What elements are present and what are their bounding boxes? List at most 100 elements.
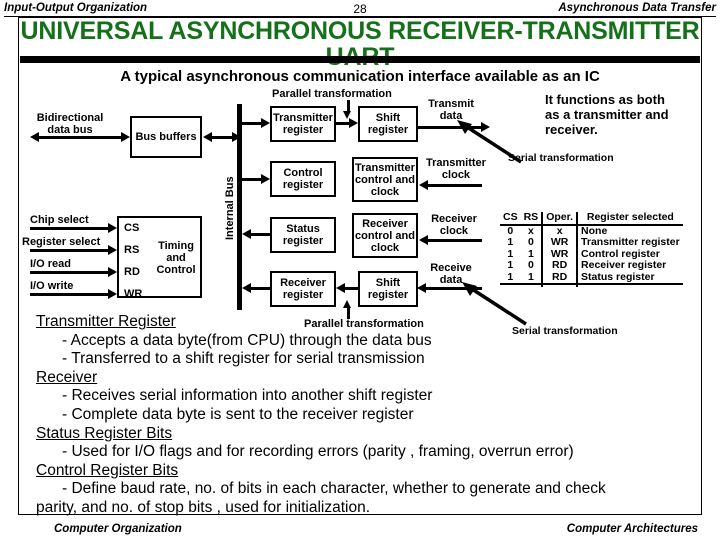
slide-page: Input-Output Organization 28 Asynchronou… — [0, 0, 720, 540]
box-label-wr: WR — [124, 288, 143, 300]
line-transmitter-to-shift — [336, 122, 350, 125]
cell-cs: 1 — [507, 270, 514, 283]
box-timing-and-control-label: Timing and Control — [156, 240, 196, 276]
box-receiver-register: Receiver register — [270, 271, 336, 307]
line-shift-to-receiver-register — [344, 287, 358, 290]
box-transmitter-register: Transmitter register — [270, 106, 336, 142]
label-transmit-data: Transmit data — [428, 98, 474, 122]
arrow-receiver-register-to-bus — [242, 283, 251, 293]
busbuffer-to-bus-line — [212, 136, 232, 139]
line-receiver-clock — [428, 239, 482, 242]
register-selection-table: CS RS Oper. Register selected 0 x x None… — [500, 211, 683, 287]
box-label-rd: RD — [124, 266, 140, 278]
cell-oper: RD — [541, 271, 578, 284]
callout-line-3: receiver. — [545, 122, 598, 137]
footer-left-text: Computer Organization — [54, 523, 182, 535]
arrow-to-transmitter-register — [261, 118, 270, 128]
cell-rs: 1 — [527, 270, 534, 283]
box-transmitter-control-and-clock: Transmitter control and clock — [352, 157, 418, 202]
label-io-read: I/O read — [30, 258, 71, 270]
cell-cs: 1 — [507, 236, 514, 248]
label-register-select: Register select — [22, 236, 101, 248]
cell-oper: WR — [541, 236, 578, 249]
box-status-register-label: Status register — [282, 223, 324, 247]
line-io-read — [30, 271, 109, 274]
box-transmitter-control-and-clock-label: Transmitter control and clock — [355, 161, 415, 198]
arrow-to-control-register — [261, 174, 270, 184]
internal-bus-bar — [237, 104, 242, 310]
slide-title-line1: UNIVERSAL ASYNCHRONOUS RECEIVER-TRANSMIT… — [20, 17, 700, 45]
body-bullet-6: - Define baud rate, no. of bits in each … — [62, 480, 606, 498]
arrow-io-read — [108, 267, 117, 277]
line-transmitter-clock — [428, 184, 482, 187]
box-receiver-control-and-clock-label: Receiver control and clock — [355, 217, 415, 254]
callout-line-2: as a transmitter and — [545, 107, 669, 122]
arrow-status-register-to-bus — [242, 229, 251, 239]
label-receiver-clock: Receiver clock — [431, 213, 477, 237]
body-text: Transmitter Register - Accepts a data by… — [36, 313, 696, 518]
box-receiver-control-and-clock: Receiver control and clock — [352, 213, 418, 258]
box-control-register: Control register — [270, 161, 336, 197]
line-io-write — [30, 293, 109, 296]
box-bus-buffers: Bus buffers — [130, 116, 202, 158]
body-bullet-7: parity, and no. of stop bits , used for … — [36, 498, 371, 516]
body-bullet-1: - Accepts a data byte(from CPU) through … — [62, 331, 432, 349]
box-bus-buffers-label: Bus buffers — [135, 131, 197, 143]
footer-right-text: Computer Architectures — [566, 523, 698, 535]
body-heading-status-register-bits: Status Register Bits — [36, 424, 173, 442]
arrow-io-write — [108, 289, 117, 299]
label-parallel-transformation-top: Parallel transformation — [272, 88, 392, 100]
box-transmitter-register-label: Transmitter register — [273, 112, 333, 136]
line-status-register-to-bus — [251, 233, 271, 236]
box-shift-register-tx: Shift register — [358, 106, 418, 142]
label-chip-select: Chip select — [30, 214, 89, 226]
arrow-to-receiver-register — [336, 283, 345, 293]
box-shift-register-rx-label: Shift register — [367, 277, 409, 301]
body-bullet-3: - Receives serial information into anoth… — [62, 387, 433, 405]
arrow-left-busbuffer — [203, 132, 212, 142]
cell-cs: 1 — [507, 259, 514, 271]
cell-rs: 0 — [527, 259, 534, 271]
label-io-write: I/O write — [30, 280, 74, 292]
arrow-right-databus — [121, 132, 130, 142]
table-bottom-rule — [500, 283, 683, 287]
line-receiver-register-to-bus — [251, 287, 271, 290]
arrow-chip-select — [108, 223, 117, 233]
label-internal-bus: Internal Bus — [224, 176, 236, 240]
line-register-select — [30, 249, 109, 252]
table-header-cs: CS — [500, 211, 521, 226]
arrow-receiver-clock — [419, 235, 428, 245]
body-heading-receiver: Receiver — [36, 368, 98, 386]
cell-oper: RD — [541, 259, 578, 272]
box-control-register-label: Control register — [282, 167, 324, 191]
bidirectional-bus-line — [39, 136, 121, 139]
header-right-text: Asynchronous Data Transfer — [558, 2, 716, 14]
cell-rs: 0 — [527, 236, 534, 248]
table-row: 1 0 RD Receiver register — [500, 259, 683, 272]
box-shift-register-rx: Shift register — [358, 271, 418, 307]
body-bullet-4: - Complete data byte is sent to the rece… — [62, 405, 414, 423]
body-heading-control-register-bits: Control Register Bits — [36, 461, 179, 479]
cell-register: Receiver register — [576, 259, 683, 272]
body-bullet-5: - Used for I/O flags and for recording e… — [62, 443, 574, 461]
arrow-receive-data — [417, 283, 426, 293]
arrow-transmitter-clock — [419, 180, 428, 190]
label-transmitter-clock: Transmitter clock — [426, 157, 486, 181]
callout-line-1: It functions as both — [545, 92, 665, 107]
cell-register: Status register — [576, 271, 683, 284]
table-header-oper: Oper. — [541, 211, 578, 226]
table-header-row: CS RS Oper. Register selected — [500, 211, 683, 226]
callout-function-description: It functions as both as a transmitter an… — [545, 92, 669, 137]
box-status-register: Status register — [270, 217, 336, 253]
body-bullet-2: - Transferred to a shift register for se… — [62, 350, 425, 368]
box-label-rs: RS — [124, 244, 140, 256]
box-receiver-register-label: Receiver register — [280, 277, 326, 301]
table-row: 1 0 WR Transmitter register — [500, 236, 683, 249]
line-bus-to-transmitter-register — [242, 122, 262, 125]
label-serial-transformation-top: Serial transformation — [508, 152, 614, 164]
table-row: 1 1 RD Status register — [500, 270, 683, 284]
box-shift-register-tx-label: Shift register — [367, 112, 409, 136]
line-bus-to-control-register — [242, 178, 262, 181]
cell-register: Transmitter register — [576, 236, 683, 249]
table-header-register-selected: Register selected — [576, 211, 683, 226]
